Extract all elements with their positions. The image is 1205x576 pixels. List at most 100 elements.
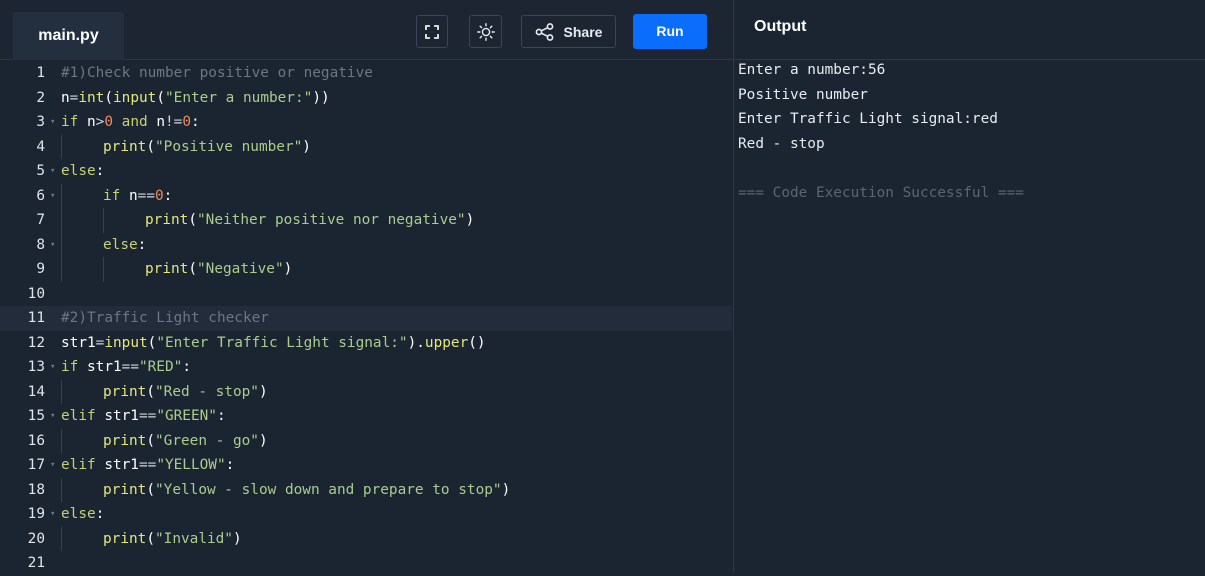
output-console: Enter a number:56 Positive number Enter Tr… (738, 58, 1198, 205)
code-token: ) (283, 261, 293, 277)
code-text: print("Red - stop") (103, 380, 268, 405)
run-button[interactable]: Run (633, 14, 707, 49)
code-token: ) (232, 530, 242, 547)
code-token: input (104, 334, 148, 351)
code-token: str1 (78, 359, 122, 375)
code-token: : (225, 457, 235, 473)
output-line: Positive number (738, 86, 868, 103)
fold-toggle-icon[interactable]: ▾ (50, 404, 55, 429)
code-token: elif (61, 408, 96, 424)
code-line[interactable]: 16 print("Green - go") (0, 428, 732, 453)
code-token: == (121, 359, 139, 375)
fold-toggle-icon[interactable]: ▾ (50, 110, 55, 135)
line-number: 15 (27, 408, 45, 424)
code-line[interactable]: 2 n=int(input("Enter a number:")) (0, 86, 732, 111)
code-token: "Red - stop" (155, 383, 259, 400)
code-token: print (103, 383, 147, 400)
code-token: input (113, 89, 157, 106)
fold-toggle-icon[interactable]: ▾ (50, 159, 55, 184)
fold-toggle-icon[interactable]: ▾ (50, 233, 55, 258)
code-line[interactable]: 17 ▾ elif str1=="YELLOW": (0, 453, 732, 478)
code-text: else: (103, 233, 146, 258)
code-line[interactable]: 3 ▾ if n>0 and n!=0: (0, 110, 732, 135)
code-token: if (103, 187, 121, 204)
code-text: str1=input("Enter Traffic Light signal:"… (61, 331, 486, 356)
code-token: ( (104, 89, 114, 106)
line-number: 13 (27, 359, 45, 375)
code-line[interactable]: 15 ▾ elif str1=="GREEN": (0, 404, 732, 429)
code-token: : (182, 359, 191, 375)
code-token: : (95, 163, 105, 179)
code-line[interactable]: 9 print("Negative") (0, 257, 732, 282)
code-line[interactable]: 4 print("Positive number") (0, 134, 732, 160)
code-line[interactable]: 11 #2)Traffic Light checker (0, 306, 732, 331)
code-token: "Yellow - slow down and prepare to stop" (155, 481, 502, 498)
code-text: #2)Traffic Light checker (61, 306, 269, 331)
code-token: n (120, 187, 138, 204)
code-token: 0 (154, 187, 164, 204)
code-token: ( (146, 481, 155, 498)
share-label: Share (563, 23, 603, 40)
code-editor-pane: main.py Share Run 1 #1)Check number posi… (0, 0, 732, 573)
code-token: print (103, 481, 147, 498)
code-line[interactable]: 10 (0, 282, 732, 307)
code-line[interactable]: 6 ▾ if n==0: (0, 183, 732, 209)
code-line[interactable]: 21 (0, 551, 732, 576)
code-token: 0 (182, 114, 191, 130)
code-text: #1)Check number positive or negative (61, 61, 373, 86)
line-number: 12 (27, 334, 45, 351)
code-token: else (61, 506, 96, 522)
code-line[interactable]: 8 ▾ else: (0, 232, 732, 258)
code-token: n (78, 114, 96, 130)
line-number: 18 (27, 481, 45, 498)
share-button[interactable]: Share (521, 15, 616, 48)
code-area[interactable]: 1 #1)Check number positive or negative 2 n=… (0, 61, 732, 573)
code-token: == (137, 187, 155, 204)
output-line: Red - stop (738, 135, 825, 152)
code-token: : (95, 506, 105, 522)
code-token: print (103, 432, 147, 449)
code-line[interactable]: 13 ▾ if str1=="RED": (0, 355, 732, 380)
indent-guide (61, 134, 62, 159)
code-token: ( (188, 261, 197, 277)
code-line[interactable]: 20 print("Invalid") (0, 526, 732, 551)
code-line[interactable]: 5 ▾ else: (0, 159, 732, 184)
fold-toggle-icon[interactable]: ▾ (50, 184, 55, 209)
code-token: == (138, 457, 157, 473)
line-number: 1 (36, 65, 45, 81)
code-line[interactable]: 19 ▾ else: (0, 502, 732, 527)
code-line[interactable]: 7 print("Neither positive nor negative") (0, 208, 732, 233)
code-token: n (61, 89, 70, 106)
code-token: : (137, 236, 147, 253)
theme-toggle-button[interactable] (469, 15, 502, 48)
fold-toggle-icon[interactable]: ▾ (50, 355, 55, 380)
code-line[interactable]: 18 print("Yellow - slow down and prepare … (0, 477, 732, 502)
code-token: "Positive number" (155, 138, 303, 155)
output-title: Output (754, 18, 807, 35)
indent-guide (103, 257, 104, 282)
line-number: 17 (27, 457, 45, 473)
fold-toggle-icon[interactable]: ▾ (50, 502, 55, 527)
code-line[interactable]: 1 #1)Check number positive or negative (0, 61, 732, 86)
code-token: int (78, 89, 105, 106)
line-number: 14 (27, 383, 45, 400)
code-token: )) (312, 89, 330, 106)
fullscreen-icon (425, 24, 439, 39)
code-token: n (156, 114, 165, 130)
indent-guide (61, 183, 62, 208)
code-line[interactable]: 14 print("Red - stop") (0, 379, 732, 405)
code-line[interactable]: 12 str1=input("Enter Traffic Light signal… (0, 331, 732, 356)
sun-icon (476, 22, 495, 41)
code-token: ) (302, 138, 311, 155)
indent-guide (61, 428, 62, 453)
output-line: Enter a number:56 (738, 62, 886, 78)
file-tab-main-py[interactable]: main.py (13, 12, 124, 60)
code-token: else (61, 163, 96, 179)
fullscreen-button[interactable] (416, 15, 448, 48)
code-text: else: (61, 502, 104, 527)
fold-toggle-icon[interactable]: ▾ (50, 453, 55, 478)
line-number: 7 (36, 212, 45, 228)
line-number: 10 (27, 285, 45, 302)
code-text: print("Positive number") (103, 135, 311, 160)
